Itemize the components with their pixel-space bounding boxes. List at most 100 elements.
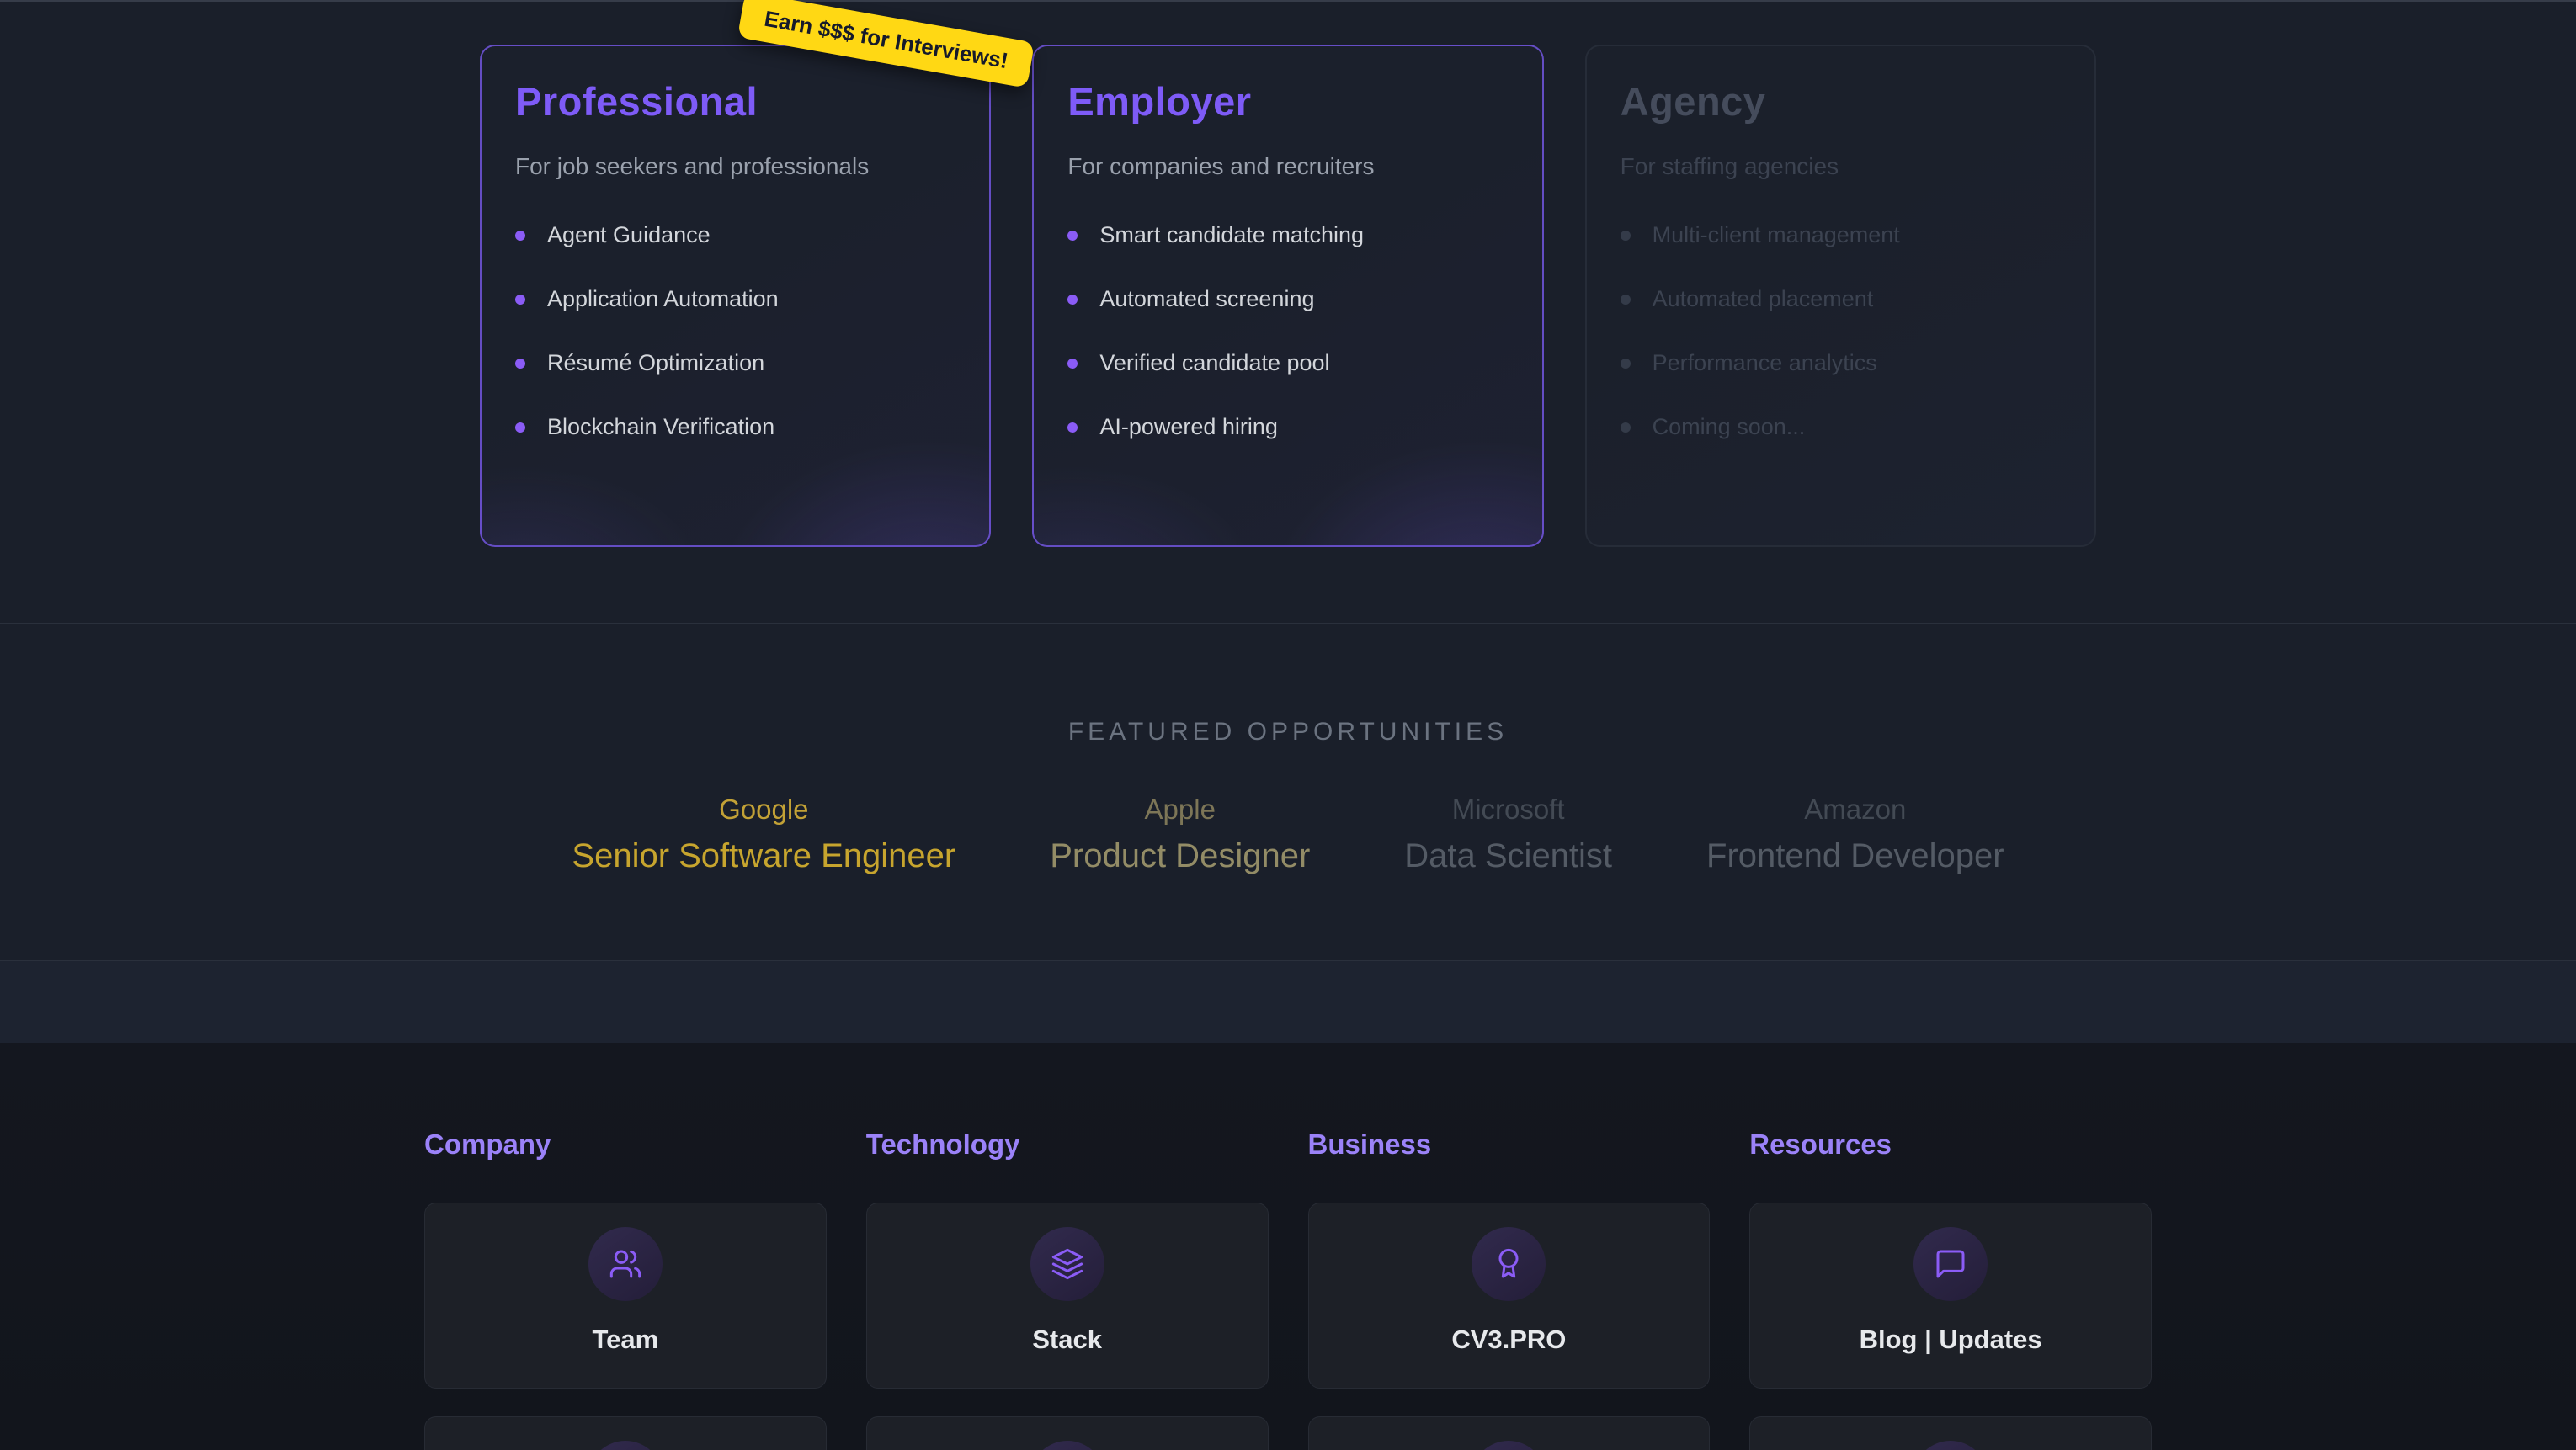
bullet-dot-icon bbox=[515, 231, 525, 241]
footer-card-label: Team bbox=[593, 1325, 659, 1355]
featured-company: Amazon bbox=[1706, 794, 2004, 826]
featured-job-microsoft[interactable]: Microsoft Data Scientist bbox=[1404, 794, 1612, 875]
bullet-dot-icon bbox=[515, 359, 525, 369]
plan-feature-label: Automated placement bbox=[1653, 286, 1874, 312]
icon-circle bbox=[1472, 1227, 1546, 1301]
icon-circle bbox=[588, 1227, 663, 1301]
plan-title: Agency bbox=[1621, 78, 2061, 125]
plan-title: Employer bbox=[1067, 78, 1508, 125]
featured-heading: FEATURED OPPORTUNITIES bbox=[0, 718, 2576, 746]
footer-grid: Company Team Technology bbox=[424, 1129, 2152, 1450]
footer-column-resources: Resources Blog | Updates bbox=[1749, 1129, 2152, 1450]
featured-company: Google bbox=[572, 794, 955, 826]
plan-feature-label: Automated screening bbox=[1099, 286, 1314, 312]
footer-section: Company Team Technology bbox=[0, 1043, 2576, 1450]
footer-card-partial[interactable] bbox=[1308, 1416, 1711, 1450]
plan-feature-label: Performance analytics bbox=[1653, 350, 1877, 376]
plan-feature-label: AI-powered hiring bbox=[1099, 414, 1278, 440]
footer-card-blog[interactable]: Blog | Updates bbox=[1749, 1203, 2152, 1389]
plan-feature-label: Verified candidate pool bbox=[1099, 350, 1329, 376]
plan-subtitle: For companies and recruiters bbox=[1067, 153, 1508, 180]
plan-feature: Application Automation bbox=[515, 286, 955, 312]
plan-feature: Agent Guidance bbox=[515, 222, 955, 248]
footer-card-label: Blog | Updates bbox=[1860, 1325, 2042, 1355]
plan-feature: Automated screening bbox=[1067, 286, 1508, 312]
bullet-dot-icon bbox=[515, 295, 525, 305]
featured-company: Apple bbox=[1050, 794, 1310, 826]
plan-feature-list: Smart candidate matching Automated scree… bbox=[1067, 222, 1508, 440]
featured-role: Senior Software Engineer bbox=[572, 837, 955, 875]
plan-feature-list: Multi-client management Automated placem… bbox=[1621, 222, 2061, 440]
footer-heading: Business bbox=[1308, 1129, 1711, 1161]
plan-title: Professional bbox=[515, 78, 955, 125]
plan-feature: Performance analytics bbox=[1621, 350, 2061, 376]
pricing-section: Earn $$$ for Interviews! Professional Fo… bbox=[0, 2, 2576, 624]
plan-feature: Automated placement bbox=[1621, 286, 2061, 312]
plan-feature-list: Agent Guidance Application Automation Ré… bbox=[515, 222, 955, 440]
featured-job-google[interactable]: Google Senior Software Engineer bbox=[572, 794, 955, 875]
footer-column-technology: Technology Stack bbox=[866, 1129, 1269, 1450]
bullet-dot-icon bbox=[1621, 295, 1631, 305]
featured-role: Data Scientist bbox=[1404, 837, 1612, 875]
plan-feature-label: Application Automation bbox=[547, 286, 779, 312]
plan-feature-label: Smart candidate matching bbox=[1099, 222, 1364, 248]
bullet-dot-icon bbox=[1067, 295, 1078, 305]
plan-subtitle: For staffing agencies bbox=[1621, 153, 2061, 180]
section-divider-strip bbox=[0, 961, 2576, 1043]
chat-bubble-icon bbox=[1934, 1247, 1967, 1281]
plan-feature: Multi-client management bbox=[1621, 222, 2061, 248]
users-icon bbox=[609, 1247, 642, 1281]
footer-card-label: CV3.PRO bbox=[1451, 1325, 1566, 1355]
plan-feature: Blockchain Verification bbox=[515, 414, 955, 440]
bullet-dot-icon bbox=[1067, 231, 1078, 241]
plan-feature-label: Blockchain Verification bbox=[547, 414, 774, 440]
footer-heading: Resources bbox=[1749, 1129, 2152, 1161]
icon-circle bbox=[1913, 1227, 1988, 1301]
award-icon bbox=[1492, 1247, 1525, 1281]
footer-column-company: Company Team bbox=[424, 1129, 827, 1450]
plan-feature-label: Coming soon... bbox=[1653, 414, 1806, 440]
bullet-dot-icon bbox=[1621, 359, 1631, 369]
featured-job-amazon[interactable]: Amazon Frontend Developer bbox=[1706, 794, 2004, 875]
plan-card-professional[interactable]: Professional For job seekers and profess… bbox=[480, 45, 991, 547]
icon-circle bbox=[1030, 1227, 1104, 1301]
footer-column-business: Business CV3.PRO bbox=[1308, 1129, 1711, 1450]
footer-card-team[interactable]: Team bbox=[424, 1203, 827, 1389]
footer-card-label: Stack bbox=[1032, 1325, 1102, 1355]
bullet-dot-icon bbox=[1067, 422, 1078, 433]
plan-feature-label: Agent Guidance bbox=[547, 222, 711, 248]
plan-feature: AI-powered hiring bbox=[1067, 414, 1508, 440]
plan-feature: Smart candidate matching bbox=[1067, 222, 1508, 248]
icon-circle bbox=[1030, 1441, 1104, 1450]
featured-row: Google Senior Software Engineer Apple Pr… bbox=[0, 794, 2576, 875]
plan-subtitle: For job seekers and professionals bbox=[515, 153, 955, 180]
icon-circle bbox=[588, 1441, 663, 1450]
featured-role: Frontend Developer bbox=[1706, 837, 2004, 875]
featured-section: FEATURED OPPORTUNITIES Google Senior Sof… bbox=[0, 624, 2576, 961]
plans-row: Professional For job seekers and profess… bbox=[480, 45, 2096, 547]
footer-heading: Company bbox=[424, 1129, 827, 1161]
bullet-dot-icon bbox=[515, 422, 525, 433]
featured-company: Microsoft bbox=[1404, 794, 1612, 826]
footer-card-cv3pro[interactable]: CV3.PRO bbox=[1308, 1203, 1711, 1389]
plan-card-employer[interactable]: Employer For companies and recruiters Sm… bbox=[1032, 45, 1543, 547]
icon-circle bbox=[1913, 1441, 1988, 1450]
icon-circle bbox=[1472, 1441, 1546, 1450]
bullet-dot-icon bbox=[1067, 359, 1078, 369]
plan-feature: Résumé Optimization bbox=[515, 350, 955, 376]
footer-card-stack[interactable]: Stack bbox=[866, 1203, 1269, 1389]
layers-icon bbox=[1051, 1247, 1084, 1281]
featured-role: Product Designer bbox=[1050, 837, 1310, 875]
footer-card-partial[interactable] bbox=[1749, 1416, 2152, 1450]
bullet-dot-icon bbox=[1621, 231, 1631, 241]
bullet-dot-icon bbox=[1621, 422, 1631, 433]
plan-feature: Verified candidate pool bbox=[1067, 350, 1508, 376]
footer-heading: Technology bbox=[866, 1129, 1269, 1161]
footer-card-partial[interactable] bbox=[866, 1416, 1269, 1450]
plan-feature-label: Multi-client management bbox=[1653, 222, 1900, 248]
footer-card-partial[interactable] bbox=[424, 1416, 827, 1450]
featured-job-apple[interactable]: Apple Product Designer bbox=[1050, 794, 1310, 875]
plan-feature: Coming soon... bbox=[1621, 414, 2061, 440]
plan-card-agency: Agency For staffing agencies Multi-clien… bbox=[1585, 45, 2096, 547]
plan-feature-label: Résumé Optimization bbox=[547, 350, 764, 376]
